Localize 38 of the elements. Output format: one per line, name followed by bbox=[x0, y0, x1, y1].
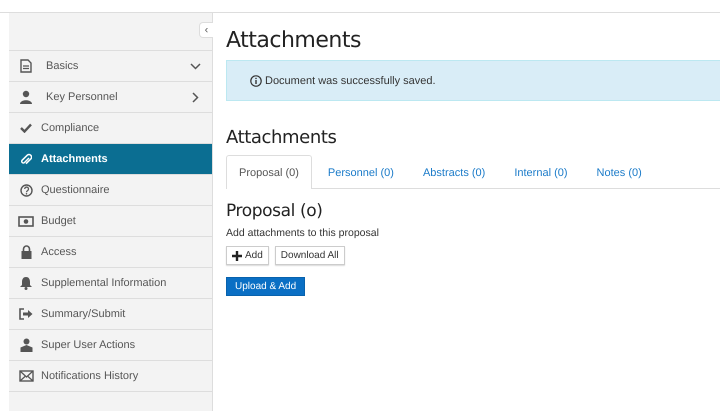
section-title: Attachments bbox=[226, 127, 338, 149]
paperclip-icon bbox=[20, 152, 32, 166]
plus-icon bbox=[232, 250, 242, 260]
envelope-icon bbox=[18, 370, 34, 382]
bell-icon bbox=[19, 276, 33, 290]
collapse-button[interactable]: ‹ bbox=[199, 22, 213, 38]
document-icon bbox=[20, 59, 32, 73]
tab[interactable]: Personnel (0) bbox=[314, 155, 407, 189]
tab[interactable]: Abstracts (0) bbox=[410, 155, 498, 189]
sidebar-item[interactable]: Questionnaire bbox=[9, 175, 212, 206]
sidebar-item[interactable]: Basics bbox=[9, 51, 212, 82]
chevron-right-icon[interactable] bbox=[192, 92, 198, 102]
page-title: Attachments bbox=[226, 27, 362, 54]
sign-out-icon bbox=[19, 308, 33, 320]
info-icon bbox=[250, 74, 262, 86]
sidebar-item[interactable]: Budget bbox=[9, 206, 212, 237]
tab[interactable]: Internal (0) bbox=[501, 155, 581, 189]
tab[interactable]: Notes (0) bbox=[584, 155, 655, 189]
banknote-icon bbox=[18, 216, 34, 226]
panel-description: Add attachments to this proposal bbox=[226, 227, 380, 239]
download-all-button[interactable]: Download All bbox=[274, 246, 345, 265]
panel-title: Proposal (o) bbox=[226, 201, 324, 222]
upload-add-button[interactable]: Upload & Add bbox=[226, 277, 306, 296]
sidebar-item[interactable]: Summary/Submit bbox=[9, 299, 212, 330]
sidebar-item[interactable]: Key Personnel bbox=[9, 82, 212, 113]
person-icon bbox=[19, 90, 33, 104]
alert-message: Document was successfully saved. bbox=[265, 74, 436, 86]
add-button[interactable]: Add bbox=[226, 246, 269, 265]
sidebar-item[interactable]: Access bbox=[9, 237, 212, 268]
sidebar-item[interactable]: Notifications History bbox=[9, 361, 212, 392]
sidebar-item[interactable]: Supplemental Information bbox=[9, 268, 212, 299]
sidebar-item[interactable]: Super User Actions bbox=[9, 330, 212, 361]
question-icon bbox=[20, 184, 32, 196]
lock-icon bbox=[20, 245, 32, 259]
checkmark-icon bbox=[20, 123, 32, 133]
chevron-down-icon[interactable] bbox=[190, 62, 200, 70]
sidebar-item[interactable]: Attachments bbox=[9, 144, 212, 175]
tab[interactable]: Proposal (0) bbox=[226, 155, 312, 189]
